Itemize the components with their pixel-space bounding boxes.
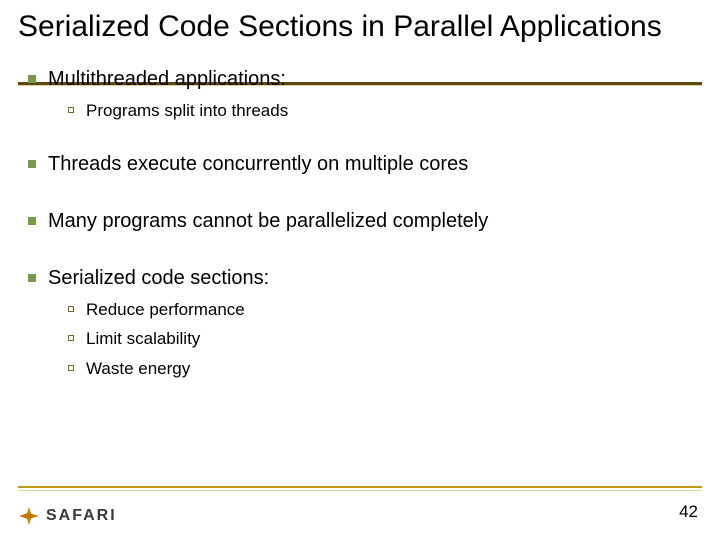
square-bullet-icon [28, 160, 36, 168]
slide: Serialized Code Sections in Parallel App… [0, 0, 720, 540]
sub-bullet-text: Waste energy [86, 359, 190, 378]
footer-logo: SAFARI [18, 506, 117, 526]
logo-text: SAFARI [46, 507, 117, 525]
small-square-bullet-icon [68, 306, 74, 312]
square-bullet-icon [28, 274, 36, 282]
title-wrap: Serialized Code Sections in Parallel App… [18, 10, 702, 45]
footer-rule-light [18, 490, 702, 491]
bullet-text: Multithreaded applications: [48, 68, 286, 90]
bullet-item: Multithreaded applications: [18, 68, 688, 91]
sub-bullet-text: Limit scalability [86, 329, 200, 348]
spacer [18, 127, 688, 153]
small-square-bullet-icon [68, 335, 74, 341]
sub-bullet-text: Reduce performance [86, 300, 245, 319]
slide-title: Serialized Code Sections in Parallel App… [18, 10, 702, 45]
compass-icon [18, 506, 40, 526]
sub-bullet-item: Programs split into threads [18, 101, 688, 121]
bullet-text: Many programs cannot be parallelized com… [48, 210, 488, 232]
bullet-item: Serialized code sections: [18, 267, 688, 290]
bullet-item: Many programs cannot be parallelized com… [18, 210, 688, 233]
bullet-text: Threads execute concurrently on multiple… [48, 153, 468, 175]
square-bullet-icon [28, 217, 36, 225]
page-number: 42 [679, 502, 698, 522]
slide-body: Multithreaded applications: Programs spl… [18, 68, 688, 384]
small-square-bullet-icon [68, 365, 74, 371]
spacer [18, 184, 688, 210]
sub-bullet-item: Limit scalability [18, 329, 688, 349]
footer-rule [18, 486, 702, 488]
small-square-bullet-icon [68, 107, 74, 113]
sub-bullet-item: Reduce performance [18, 300, 688, 320]
bullet-item: Threads execute concurrently on multiple… [18, 153, 688, 176]
spacer [18, 241, 688, 267]
bullet-text: Serialized code sections: [48, 267, 269, 289]
sub-bullet-text: Programs split into threads [86, 101, 288, 120]
square-bullet-icon [28, 75, 36, 83]
sub-bullet-item: Waste energy [18, 359, 688, 379]
